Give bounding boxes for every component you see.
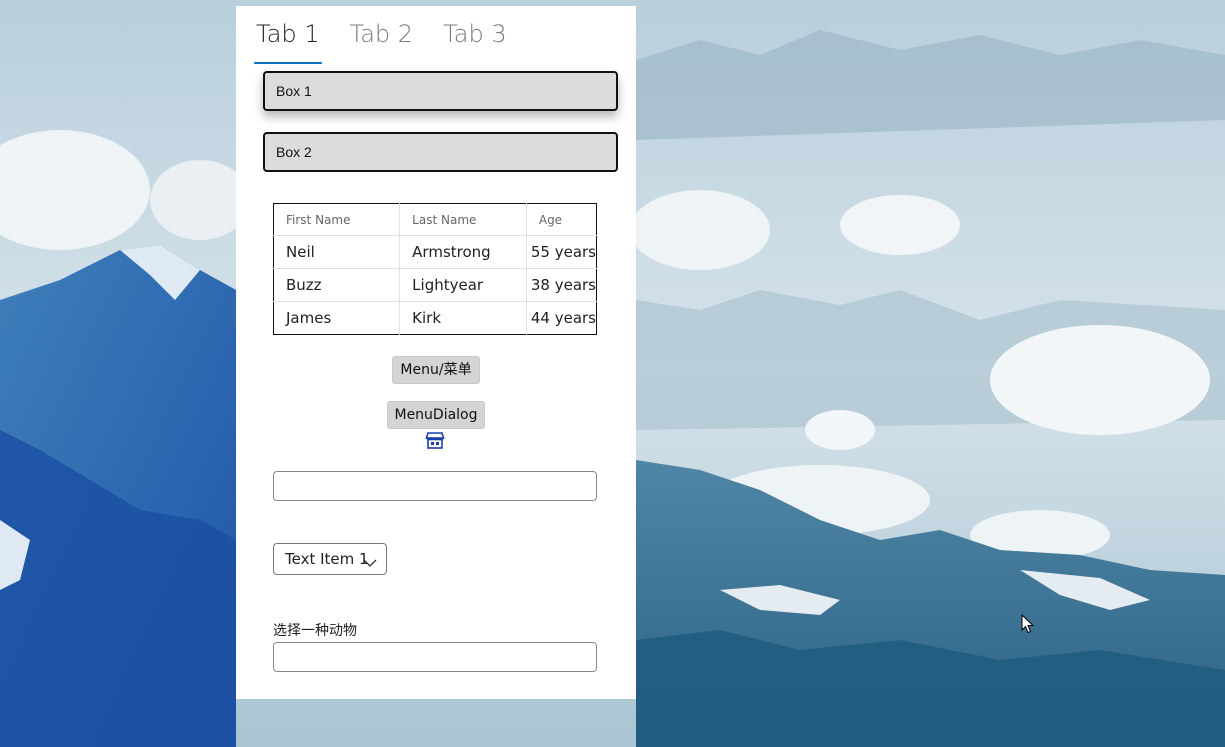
- dropdown-selected-value: Text Item 1: [285, 550, 369, 568]
- tab-1[interactable]: Tab 1: [254, 18, 322, 64]
- cell-first-name: Buzz: [273, 268, 401, 302]
- text-input[interactable]: [273, 471, 597, 501]
- table-row[interactable]: James Kirk 44 years: [273, 301, 597, 335]
- table-row[interactable]: Neil Armstrong 55 years: [273, 235, 597, 269]
- table-header-row: First Name Last Name Age: [273, 203, 597, 236]
- tab-3[interactable]: Tab 3: [441, 18, 509, 62]
- store-icon[interactable]: [425, 430, 445, 450]
- column-header-first-name[interactable]: First Name: [273, 203, 401, 236]
- tab-bar: Tab 1 Tab 2 Tab 3: [254, 18, 535, 64]
- animal-combobox-input[interactable]: [273, 642, 597, 672]
- box-2: Box 2: [263, 132, 618, 172]
- people-table: First Name Last Name Age Neil Armstrong …: [273, 203, 597, 335]
- mouse-cursor: [1021, 613, 1035, 634]
- box-1: Box 1: [263, 71, 618, 111]
- menu-dialog-button[interactable]: MenuDialog: [387, 401, 485, 429]
- cell-last-name: Kirk: [399, 301, 527, 335]
- column-header-last-name[interactable]: Last Name: [399, 203, 527, 236]
- cell-first-name: James: [273, 301, 401, 335]
- cell-age: 44 years: [530, 309, 596, 327]
- animal-field-label: 选择一种动物: [273, 623, 357, 639]
- chevron-down-icon: [363, 554, 377, 567]
- text-item-dropdown[interactable]: Text Item 1: [273, 543, 387, 575]
- app-panel: Tab 1 Tab 2 Tab 3 Box 1 Box 2 First Name…: [236, 6, 636, 699]
- table-row[interactable]: Buzz Lightyear 38 years: [273, 268, 597, 302]
- tab-2[interactable]: Tab 2: [348, 18, 416, 62]
- cell-age: 38 years: [526, 268, 597, 302]
- cell-first-name: Neil: [273, 235, 401, 269]
- cell-last-name: Lightyear: [399, 268, 527, 302]
- column-header-age[interactable]: Age: [526, 203, 597, 236]
- cell-last-name: Armstrong: [399, 235, 527, 269]
- menu-button[interactable]: Menu/菜单: [392, 356, 480, 384]
- cell-age: 55 years: [526, 235, 597, 269]
